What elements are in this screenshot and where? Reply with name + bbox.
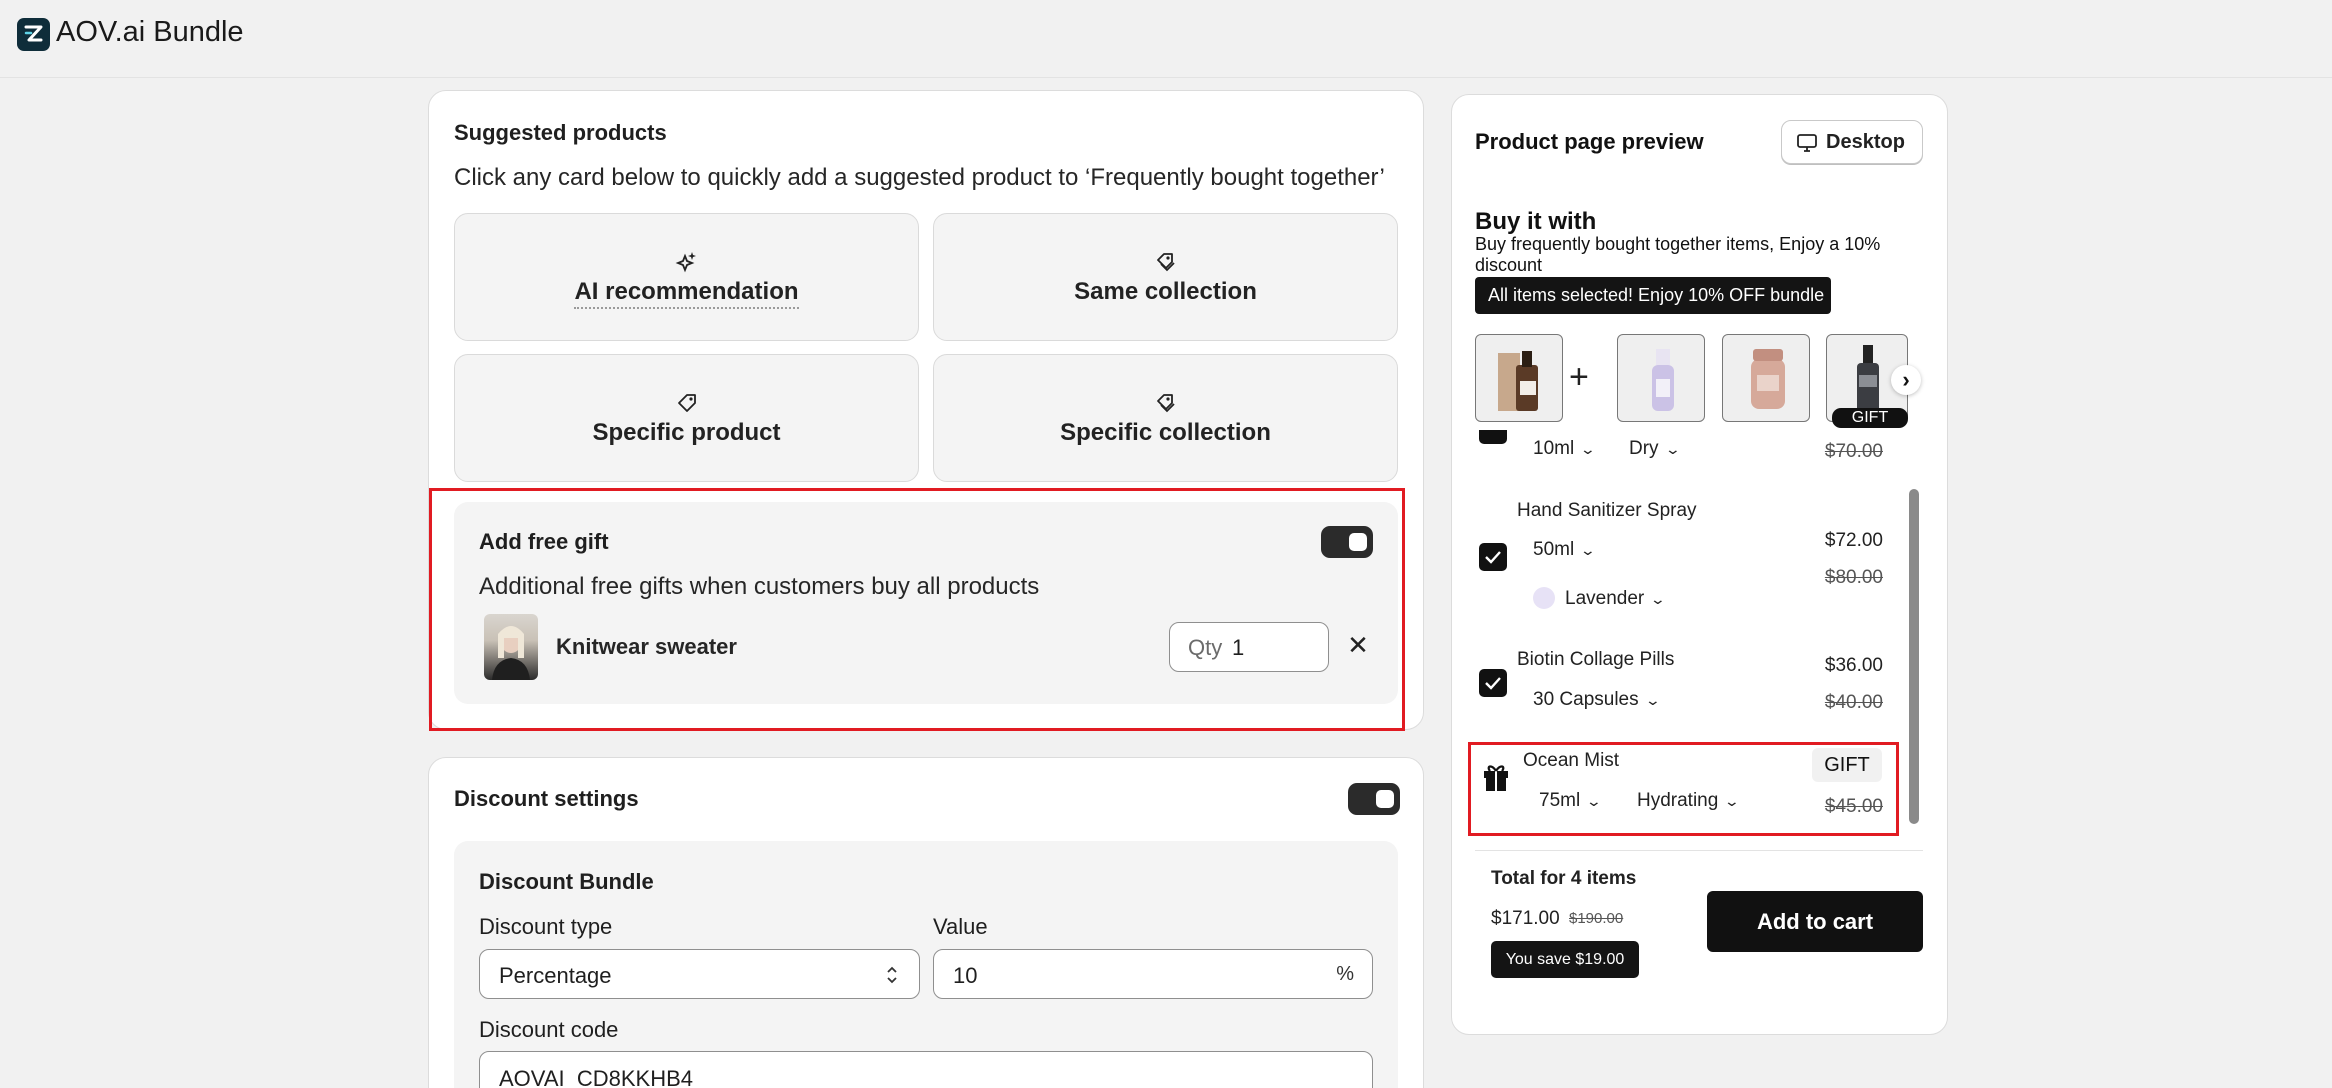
checkmark-icon bbox=[1485, 677, 1501, 690]
bundle-banner: All items selected! Enjoy 10% OFF bundle bbox=[1475, 277, 1831, 314]
discount-value: 10 bbox=[953, 963, 978, 988]
chevron-down-icon: ⌄ bbox=[1644, 692, 1661, 708]
top-bar: AOV.ai Bundle bbox=[0, 0, 2332, 78]
variant-value: 30 Capsules bbox=[1533, 689, 1639, 710]
total-price: $171.00 bbox=[1491, 908, 1560, 929]
variant-select-scent[interactable]: Lavender ⌄ bbox=[1565, 588, 1667, 610]
tile-label: Same collection bbox=[1074, 278, 1257, 305]
preview-scrollbar[interactable] bbox=[1909, 489, 1919, 824]
tile-ai-recommendation[interactable]: AI recommendation bbox=[454, 213, 919, 341]
variant-select-size[interactable]: 10ml ⌄ bbox=[1533, 438, 1597, 460]
add-to-cart-button[interactable]: Add to cart bbox=[1707, 891, 1923, 952]
product-thumbnail-pills[interactable] bbox=[1722, 334, 1810, 422]
item-checkbox-partial[interactable] bbox=[1479, 430, 1507, 444]
product-thumbnail-serum[interactable] bbox=[1475, 334, 1563, 422]
item-old-price: $70.00 bbox=[1824, 441, 1883, 462]
discount-toggle[interactable] bbox=[1348, 783, 1400, 815]
discount-type-select[interactable]: Percentage bbox=[479, 949, 920, 999]
tile-specific-collection[interactable]: Specific collection bbox=[933, 354, 1398, 482]
variant-value: 10ml bbox=[1533, 438, 1575, 459]
desktop-device-button[interactable]: Desktop bbox=[1781, 120, 1923, 164]
tile-label: AI recommendation bbox=[574, 278, 799, 309]
sparkle-icon bbox=[675, 252, 696, 273]
product-thumbnail-spray[interactable] bbox=[1617, 334, 1705, 422]
tags-icon bbox=[1156, 394, 1175, 413]
buy-it-with-subheading: Buy frequently bought together items, En… bbox=[1475, 234, 1881, 275]
variant-select-size[interactable]: 50ml ⌄ bbox=[1533, 539, 1597, 561]
discount-type-value: Percentage bbox=[499, 963, 612, 988]
tag-icon bbox=[677, 394, 696, 412]
discount-code-label: Discount code bbox=[479, 1017, 619, 1042]
item-old-price: $40.00 bbox=[1824, 692, 1883, 713]
variant-value: 50ml bbox=[1533, 539, 1575, 560]
variant-select-count[interactable]: 30 Capsules ⌄ bbox=[1533, 689, 1661, 711]
highlight-free-gift bbox=[429, 488, 1405, 731]
select-arrows-icon bbox=[887, 966, 897, 984]
tile-same-collection[interactable]: Same collection bbox=[933, 213, 1398, 341]
discount-type-label: Discount type bbox=[479, 914, 613, 939]
chevron-down-icon: ⌄ bbox=[1579, 441, 1597, 457]
carousel-next-chevron-right-icon[interactable]: › bbox=[1891, 365, 1921, 395]
preview-title: Product page preview bbox=[1475, 129, 1704, 154]
item-name: Hand Sanitizer Spray bbox=[1517, 500, 1697, 521]
lavender-swatch bbox=[1533, 587, 1555, 609]
variant-value: Lavender bbox=[1565, 588, 1645, 609]
device-label: Desktop bbox=[1826, 131, 1905, 153]
savings-badge: You save $19.00 bbox=[1491, 941, 1639, 978]
item-price: $36.00 bbox=[1824, 655, 1883, 676]
desktop-monitor-icon bbox=[1797, 134, 1817, 152]
app-title: AOV.ai Bundle bbox=[56, 16, 244, 48]
item-old-price: $80.00 bbox=[1824, 567, 1883, 588]
variant-value: Dry bbox=[1629, 438, 1659, 459]
total-old-price: $190.00 bbox=[1569, 910, 1624, 927]
suggested-products-title: Suggested products bbox=[454, 120, 667, 145]
tile-specific-product[interactable]: Specific product bbox=[454, 354, 919, 482]
tile-label: Specific product bbox=[592, 419, 781, 446]
tags-icon bbox=[1156, 253, 1175, 272]
highlight-ocean-mist bbox=[1468, 742, 1899, 836]
value-label: Value bbox=[933, 914, 988, 939]
chevron-down-icon: ⌄ bbox=[1649, 591, 1667, 607]
chevron-down-icon: ⌄ bbox=[1579, 542, 1597, 558]
plus-icon: + bbox=[1569, 358, 1589, 396]
buy-it-with-heading: Buy it with bbox=[1475, 208, 1597, 235]
percent-suffix: % bbox=[1336, 963, 1354, 985]
item-checkbox-biotin[interactable] bbox=[1479, 669, 1507, 697]
app-logo-icon bbox=[17, 18, 50, 51]
variant-select-type[interactable]: Dry ⌄ bbox=[1629, 438, 1681, 460]
discount-code-input[interactable]: AOVAI_CD8KKHB4 bbox=[479, 1051, 1373, 1088]
discount-settings-title: Discount settings bbox=[454, 786, 639, 811]
total-label: Total for 4 items bbox=[1491, 868, 1637, 889]
checkmark-icon bbox=[1485, 551, 1501, 564]
chevron-down-icon: ⌄ bbox=[1664, 441, 1681, 457]
item-price: $72.00 bbox=[1824, 530, 1883, 551]
discount-code-value: AOVAI_CD8KKHB4 bbox=[499, 1066, 694, 1088]
discount-value-input[interactable]: 10 % bbox=[933, 949, 1373, 999]
item-name: Biotin Collage Pills bbox=[1517, 649, 1675, 670]
divider bbox=[1475, 850, 1923, 851]
item-checkbox-hand-sanitizer[interactable] bbox=[1479, 543, 1507, 571]
tile-label: Specific collection bbox=[1060, 419, 1271, 446]
discount-bundle-title: Discount Bundle bbox=[479, 869, 654, 894]
gift-tag-badge: GIFT bbox=[1832, 408, 1908, 428]
suggested-products-description: Click any card below to quickly add a su… bbox=[454, 164, 1385, 191]
